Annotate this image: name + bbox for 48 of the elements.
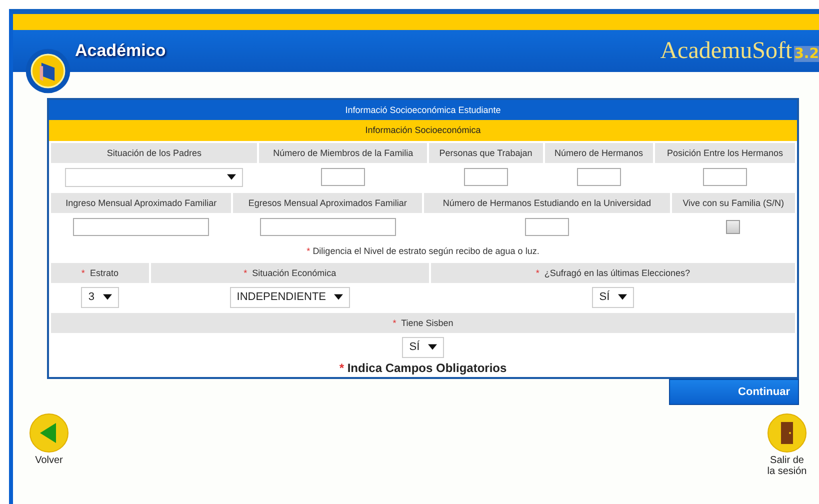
field-label: ¿Sufragó en las últimas Elecciones?	[544, 268, 690, 278]
continue-button[interactable]: Continuar	[669, 379, 799, 405]
input-field[interactable]	[260, 218, 396, 236]
required-mark: *	[339, 361, 344, 375]
door-icon[interactable]	[767, 413, 807, 453]
dropdown[interactable]: 3	[81, 286, 118, 308]
caret-icon	[102, 294, 112, 300]
field-label: Egresos Mensual Aproximados Familiar	[248, 198, 407, 208]
back-link[interactable]: Volver	[35, 455, 63, 466]
module-title: Académico	[75, 41, 166, 61]
logout-link[interactable]: Salir de la sesión	[765, 455, 809, 477]
field-label: Situación Económica	[252, 268, 336, 278]
input-field[interactable]	[576, 168, 621, 186]
dropdown[interactable]: INDEPENDIENTE	[230, 286, 350, 308]
required-mark: *	[306, 246, 310, 256]
field-label: Ingreso Mensual Aproximado Familiar	[66, 198, 217, 208]
required-mark: *	[244, 268, 248, 278]
form-note: Diligencia el Nivel de estrato según recibo de agua o luz.	[312, 246, 540, 256]
input-field[interactable]	[464, 168, 508, 186]
field-label: Posición Entre los Hermanos	[666, 148, 784, 158]
brand-logo: AcademuSoft 3.2	[660, 38, 819, 64]
section-title: Información Socioeconómica	[49, 120, 797, 141]
required-mark: *	[81, 268, 85, 278]
field-label: Estrato	[90, 268, 118, 278]
field-label: Vive con su Familia (S/N)	[682, 198, 784, 208]
input-field[interactable]	[321, 168, 366, 186]
caret-icon	[428, 344, 437, 350]
caret-icon	[227, 174, 236, 180]
field-label: Tiene Sisben	[401, 318, 454, 328]
dropdown[interactable]: SÍ	[592, 286, 634, 308]
caret-icon	[334, 294, 344, 300]
field-label: Situación de los Padres	[106, 148, 202, 158]
checkbox[interactable]	[726, 220, 740, 234]
input-field[interactable]	[73, 218, 210, 236]
field-label: Número de Miembros de la Familia	[273, 148, 414, 158]
field-label: Número de Hermanos	[554, 148, 644, 158]
dropdown[interactable]	[65, 168, 244, 186]
form-title: Informació Socioeconómica Estudiante	[49, 100, 797, 120]
required-mark: *	[536, 268, 540, 278]
required-note: Indica Campos Obligatorios	[347, 361, 507, 375]
required-mark: *	[392, 318, 396, 328]
input-field[interactable]	[524, 218, 569, 236]
input-field[interactable]	[702, 168, 747, 186]
field-label: Número de Hermanos Estudiando en la Universidad	[442, 198, 651, 208]
dropdown[interactable]: SÍ	[402, 336, 444, 358]
field-label: Personas que Trabajan	[439, 148, 532, 158]
caret-icon	[618, 294, 627, 300]
book-logo-icon	[25, 48, 71, 94]
